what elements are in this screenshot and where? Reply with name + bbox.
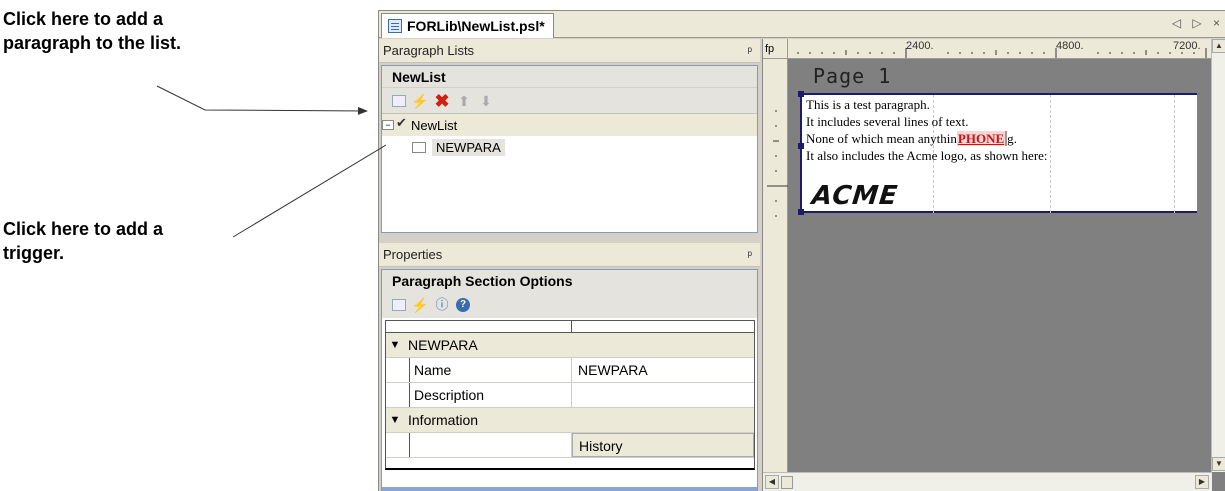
tree-item-newpara[interactable]: NEWPARA: [382, 136, 757, 158]
property-category-information[interactable]: ▼ Information: [386, 408, 754, 433]
scroll-right-icon[interactable]: ▶: [1195, 475, 1209, 489]
property-name: Description: [410, 383, 572, 407]
properties-panel-title: Properties ᵖ: [379, 243, 760, 267]
scroll-down-icon[interactable]: ▼: [1212, 457, 1225, 471]
help-icon[interactable]: ?: [456, 298, 470, 312]
paragraph-icon[interactable]: [392, 299, 406, 311]
document-tab-title: FORLib\NewList.psl*: [407, 18, 545, 34]
paragraph-icon: [412, 141, 426, 153]
info-icon[interactable]: ⓘ: [434, 297, 450, 313]
collapse-icon[interactable]: −: [382, 120, 394, 130]
tree-item-label: NewList: [411, 117, 458, 133]
property-grid-header: [386, 321, 754, 333]
editor-window: FORLib\NewList.psl* ◁ ▷ × Paragraph List…: [378, 10, 1225, 491]
callout-leader-add-paragraph: [156, 85, 368, 115]
callout-line: Click here to add a: [3, 219, 164, 239]
category-label: Information: [408, 412, 479, 428]
property-name: Name: [410, 358, 572, 382]
horizontal-ruler: 2400. 4800. 7200.: [788, 39, 1212, 59]
ruler-label: 4800.: [1056, 40, 1084, 52]
scroll-thumb[interactable]: [781, 476, 793, 489]
properties-panel: Paragraph Section Options ⚡ ⓘ ? ▼ NEWPAR…: [381, 269, 758, 491]
ruler-corner[interactable]: fp: [763, 39, 788, 59]
paragraph-lists-panel-title: Paragraph Lists ᵖ: [379, 39, 760, 63]
move-down-icon[interactable]: ⬇: [478, 93, 494, 109]
property-row-history[interactable]: History: [386, 433, 754, 458]
document-tab-bar: FORLib\NewList.psl* ◁ ▷ ×: [379, 11, 1225, 38]
panel-bottom-bar: [382, 487, 757, 491]
panel-title-label: Properties: [383, 247, 443, 262]
trigger-icon[interactable]: ⚡: [411, 297, 428, 313]
delete-icon[interactable]: ✖: [434, 92, 450, 110]
collapse-triangle-icon[interactable]: ▼: [386, 414, 404, 426]
vertical-scrollbar[interactable]: ▲ ▼: [1211, 39, 1225, 472]
trigger-icon[interactable]: ⚡: [411, 93, 428, 109]
property-value[interactable]: [572, 383, 754, 407]
paragraph-line: It includes several lines of text.: [806, 114, 969, 129]
property-category-newpara[interactable]: ▼ NEWPARA: [386, 333, 754, 358]
property-value[interactable]: NEWPARA: [572, 358, 754, 382]
properties-toolbar: ⚡ ⓘ ?: [382, 292, 757, 318]
paragraph-lists-panel: NewList ⚡ ✖ ⬆ ⬇ − NewList NEWPARA: [381, 65, 758, 233]
scroll-up-icon[interactable]: ▲: [1212, 39, 1225, 53]
ruler-label: 2400.: [906, 40, 934, 52]
paragraph-list-file-icon: [388, 19, 402, 33]
selection-handle[interactable]: [798, 143, 804, 149]
property-row-name[interactable]: Name NEWPARA: [386, 358, 754, 383]
pin-icon[interactable]: ᵖ: [747, 39, 752, 63]
acme-logo[interactable]: ACME: [810, 181, 899, 211]
list-check-icon: [396, 115, 408, 131]
paragraph-list-toolbar: ⚡ ✖ ⬆ ⬇: [382, 88, 757, 114]
collapse-triangle-icon[interactable]: ▼: [386, 339, 404, 351]
callout-add-paragraph: Click here to add a paragraph to the lis…: [3, 7, 303, 55]
callout-add-trigger: Click here to add a trigger.: [3, 217, 263, 265]
callout-line: Click here to add a: [3, 9, 164, 29]
left-panels: Paragraph Lists ᵖ NewList ⚡ ✖ ⬆ ⬇ − NewL…: [379, 39, 760, 491]
add-paragraph-icon[interactable]: [392, 94, 406, 107]
tree-item-label: NEWPARA: [432, 138, 505, 156]
selection-handle[interactable]: [798, 91, 804, 97]
page-canvas[interactable]: Page 1 This is a test paragraph. It incl…: [788, 59, 1197, 472]
properties-section-title: Paragraph Section Options: [382, 270, 757, 292]
paragraph-box[interactable]: This is a test paragraph. It includes se…: [798, 91, 1197, 215]
selection-handle[interactable]: [798, 209, 804, 215]
property-name: [410, 433, 572, 457]
callout-line: paragraph to the list.: [3, 33, 182, 53]
paragraph-text: g.: [1007, 131, 1017, 146]
property-grid: ▼ NEWPARA Name NEWPARA Description ▼ Inf…: [385, 320, 755, 470]
ruler-label: 7200.: [1173, 40, 1201, 52]
paragraph-line: This is a test paragraph.: [806, 97, 930, 112]
document-tab[interactable]: FORLib\NewList.psl*: [381, 13, 554, 38]
paragraph-line-with-field: None of which mean anythinPHONE g.: [806, 131, 1017, 146]
horizontal-scrollbar[interactable]: ◀ ▶: [763, 472, 1212, 491]
panel-title-label: Paragraph Lists: [383, 43, 475, 58]
tab-navigation-buttons[interactable]: ◁ ▷ ×: [1172, 16, 1224, 30]
phone-field[interactable]: PHONE: [956, 131, 1008, 146]
pin-icon[interactable]: ᵖ: [747, 243, 752, 267]
design-view: fp 2400. 4800. 7200. Page 1 This is a te…: [762, 39, 1225, 491]
vertical-ruler: [763, 59, 788, 472]
paragraph-line: It also includes the Acme logo, as shown…: [806, 148, 1048, 163]
history-button[interactable]: History: [572, 433, 754, 457]
paragraph-text: None of which mean anythin: [806, 131, 957, 146]
callout-line: trigger.: [3, 243, 65, 263]
tree-item-newlist[interactable]: − NewList: [382, 114, 757, 136]
move-up-icon[interactable]: ⬆: [456, 93, 472, 109]
paragraph-list-name: NewList: [382, 66, 757, 88]
scroll-left-icon[interactable]: ◀: [765, 475, 779, 489]
paragraph-list-tree: − NewList NEWPARA: [382, 114, 757, 158]
property-row-description[interactable]: Description: [386, 383, 754, 408]
page-label: Page 1: [813, 64, 892, 88]
category-label: NEWPARA: [408, 337, 478, 353]
